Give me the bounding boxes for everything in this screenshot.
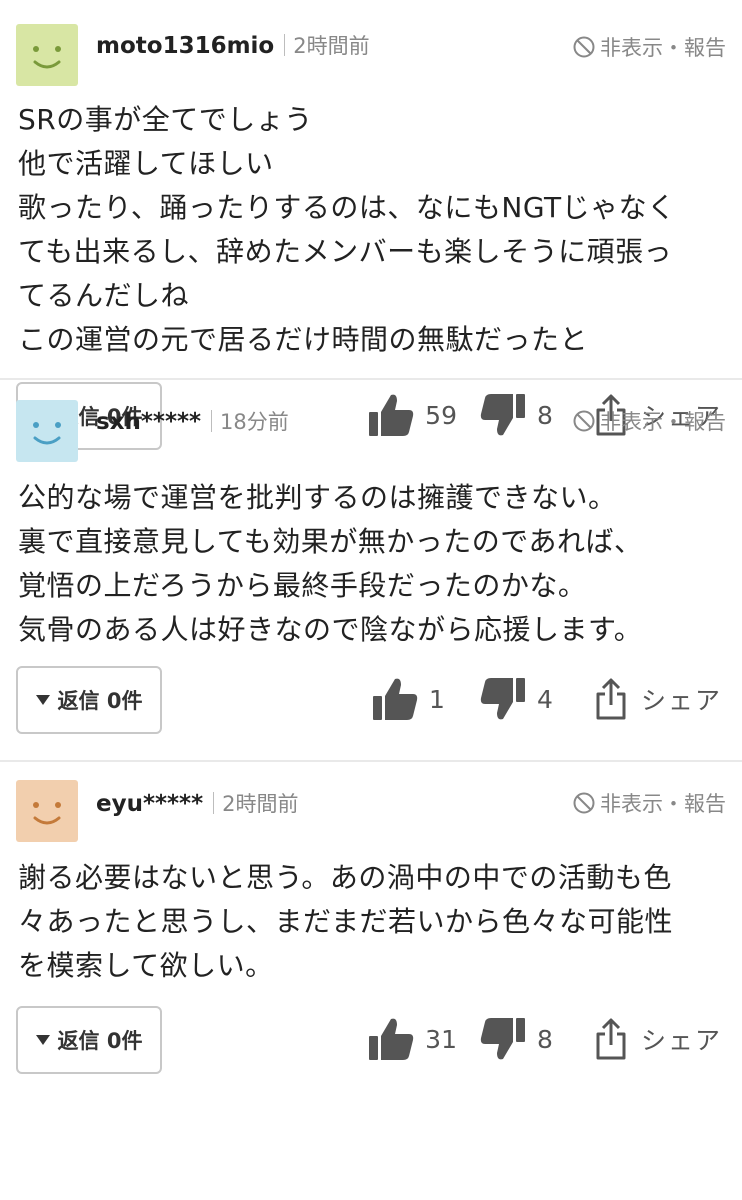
- share-label: シェア: [640, 1026, 722, 1055]
- thumbs-down-icon: [480, 1018, 525, 1060]
- comment-line: SRの事が全てでしょう: [18, 103, 313, 136]
- smiley-face-icon: [33, 802, 61, 825]
- triangle-down-icon: [35, 1035, 50, 1045]
- comment-header: moto1316mio 2時間前: [96, 30, 370, 60]
- like-button[interactable]: 31: [367, 1016, 457, 1062]
- share-button[interactable]: シェア: [595, 677, 722, 721]
- prohibited-icon: [573, 792, 595, 814]
- smiley-face-icon: [33, 46, 61, 69]
- divider: [284, 34, 286, 56]
- hide-report-label: 非表示・報告: [600, 36, 726, 60]
- dislike-button[interactable]: 4: [479, 676, 565, 722]
- like-count: 31: [425, 1024, 457, 1054]
- hide-report-label: 非表示・報告: [600, 792, 726, 816]
- hide-report-link[interactable]: 非表示・報告: [572, 406, 726, 436]
- hide-report-label: 非表示・報告: [600, 410, 726, 434]
- comment-line: てるんだしね: [18, 279, 190, 312]
- reply-button[interactable]: 返信 0件: [16, 666, 162, 734]
- prohibited-icon: [573, 36, 595, 58]
- username[interactable]: sxh*****: [96, 409, 201, 435]
- dislike-button[interactable]: 8: [479, 1016, 565, 1062]
- divider: [211, 410, 213, 432]
- comment-line: 々あったと思うし、まだまだ若いから色々な可能性: [18, 905, 673, 938]
- reply-label: 返信 0件: [57, 1029, 143, 1053]
- avatar[interactable]: [16, 400, 78, 462]
- comment-line: ても出来るし、辞めたメンバーも楽しそうに頑張っ: [18, 235, 673, 268]
- comment-line: を模索して欲しい。: [18, 949, 274, 982]
- share-label: シェア: [640, 686, 722, 715]
- comment-line: 覚悟の上だろうから最終手段だったのかな。: [18, 569, 587, 602]
- avatar[interactable]: [16, 24, 78, 86]
- comment-body: SRの事が全てでしょう 他で活躍してほしい 歌ったり、踊ったりするのは、なにもN…: [18, 98, 728, 362]
- comment-line: この運営の元で居るだけ時間の無駄だったと: [18, 323, 589, 356]
- share-icon: [596, 1018, 626, 1060]
- share-icon: [596, 678, 626, 720]
- hide-report-link[interactable]: 非表示・報告: [572, 788, 726, 818]
- comment-body: 謝る必要はないと思う。あの渦中の中での活動も色 々あったと思うし、まだまだ若いか…: [18, 856, 728, 988]
- avatar[interactable]: [16, 780, 78, 842]
- timestamp: 2時間前: [222, 792, 299, 816]
- reply-label: 返信 0件: [57, 689, 143, 713]
- comment-actions: 31 8 シェア: [367, 1016, 722, 1062]
- timestamp: 18分前: [220, 410, 289, 434]
- comment-line: 裏で直接意見しても効果が無かったのであれば、: [18, 525, 643, 558]
- hide-report-link[interactable]: 非表示・報告: [572, 32, 726, 62]
- like-button[interactable]: 1: [371, 676, 457, 722]
- smiley-face-icon: [33, 422, 61, 445]
- username[interactable]: moto1316mio: [96, 33, 274, 59]
- comment-line: 気骨のある人は好きなので陰ながら応援します。: [18, 613, 643, 646]
- thumbs-down-icon: [480, 678, 525, 720]
- username[interactable]: eyu*****: [96, 791, 203, 817]
- comment-line: 謝る必要はないと思う。あの渦中の中での活動も色: [18, 861, 672, 894]
- thumbs-up-icon: [369, 1018, 414, 1060]
- timestamp: 2時間前: [293, 34, 370, 58]
- share-button[interactable]: シェア: [595, 1017, 722, 1061]
- comment-header: sxh***** 18分前: [96, 406, 289, 436]
- prohibited-icon: [573, 410, 595, 432]
- comment-card: sxh***** 18分前 非表示・報告 公的な場で運営を批判するのは擁護できない…: [0, 380, 742, 762]
- reply-button[interactable]: 返信 0件: [16, 1006, 162, 1074]
- comment-card: eyu***** 2時間前 非表示・報告 謝る必要はないと思う。あの渦中の中での活…: [0, 762, 742, 1200]
- like-count: 1: [428, 684, 445, 714]
- comment-line: 歌ったり、踊ったりするのは、なにもNGTじゃなく: [18, 191, 676, 224]
- comment-header: eyu***** 2時間前: [96, 788, 298, 818]
- dislike-count: 4: [536, 684, 553, 714]
- triangle-down-icon: [35, 695, 50, 705]
- comment-body: 公的な場で運営を批判するのは擁護できない。 裏で直接意見しても効果が無かったので…: [18, 476, 728, 652]
- comment-line: 公的な場で運営を批判するのは擁護できない。: [18, 481, 617, 514]
- thumbs-up-icon: [372, 678, 418, 720]
- dislike-count: 8: [536, 1024, 553, 1054]
- divider: [213, 792, 215, 814]
- comment-actions: 1 4 シェア: [371, 676, 722, 722]
- comment-card: moto1316mio 2時間前 非表示・報告 SRの事が全てでしょう 他で活躍し…: [0, 0, 742, 450]
- comment-line: 他で活躍してほしい: [18, 147, 274, 180]
